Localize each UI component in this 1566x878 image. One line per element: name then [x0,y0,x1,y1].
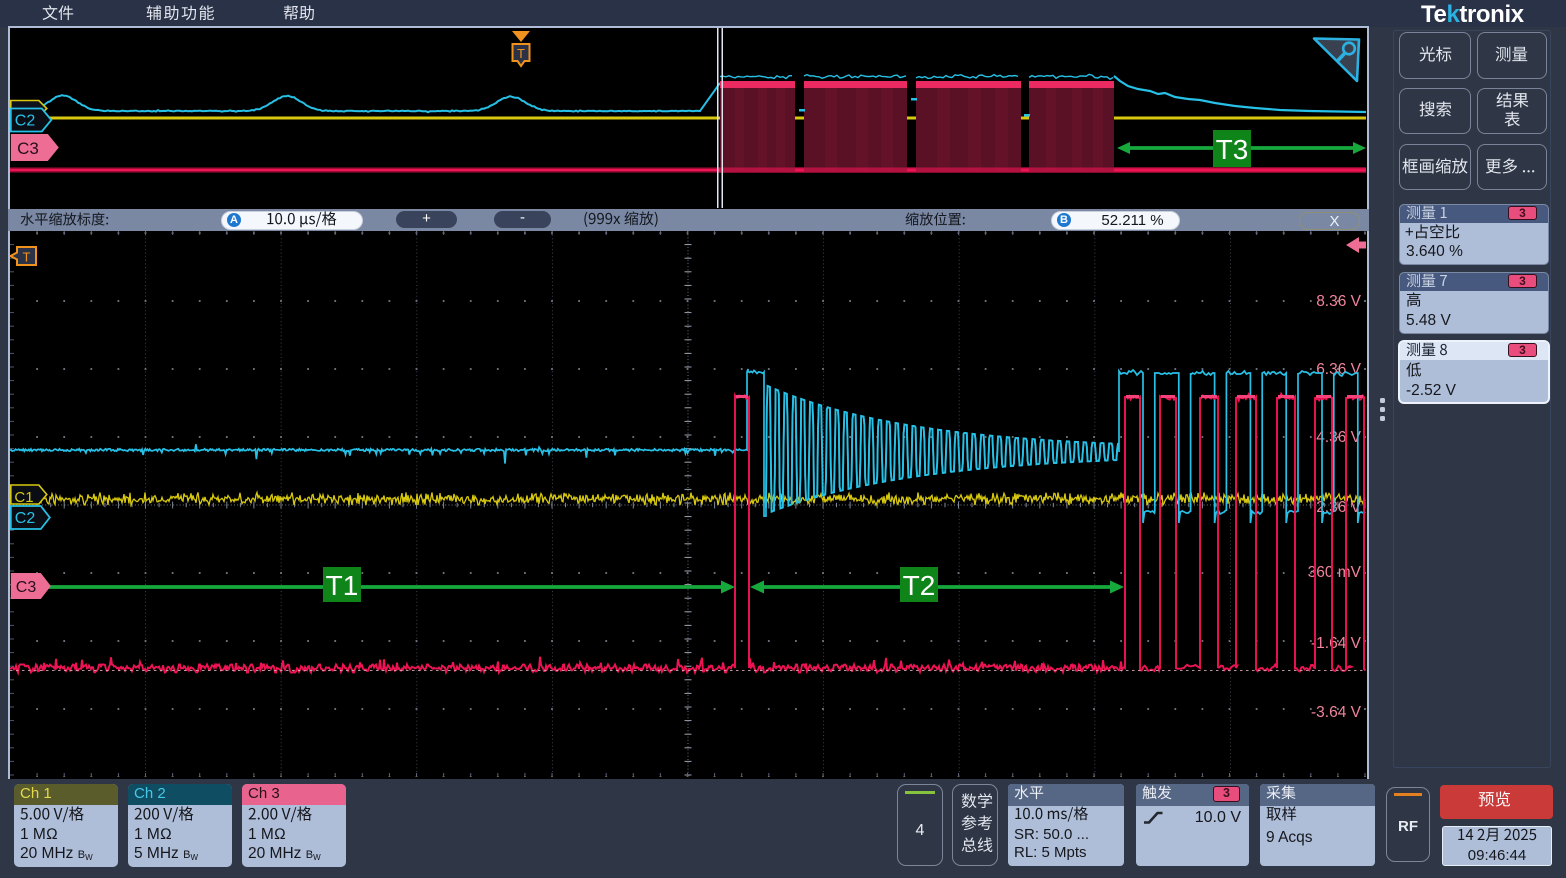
svg-text:T: T [23,250,31,265]
svg-text:C3: C3 [16,579,37,596]
svg-text:T: T [517,46,525,61]
svg-text:T1: T1 [326,570,359,601]
svg-text:4.36 V: 4.36 V [1316,429,1361,446]
svg-text:8.36 V: 8.36 V [1316,293,1361,310]
svg-text:T3: T3 [1216,134,1249,165]
svg-text:-1.64 V: -1.64 V [1311,635,1362,652]
svg-text:-3.64 V: -3.64 V [1311,704,1362,721]
svg-text:C1: C1 [14,489,33,506]
svg-text:C2: C2 [15,113,36,130]
svg-text:6.36 V: 6.36 V [1316,361,1361,378]
svg-text:C2: C2 [15,510,36,527]
svg-text:C3: C3 [17,139,39,158]
svg-text:T2: T2 [903,570,936,601]
